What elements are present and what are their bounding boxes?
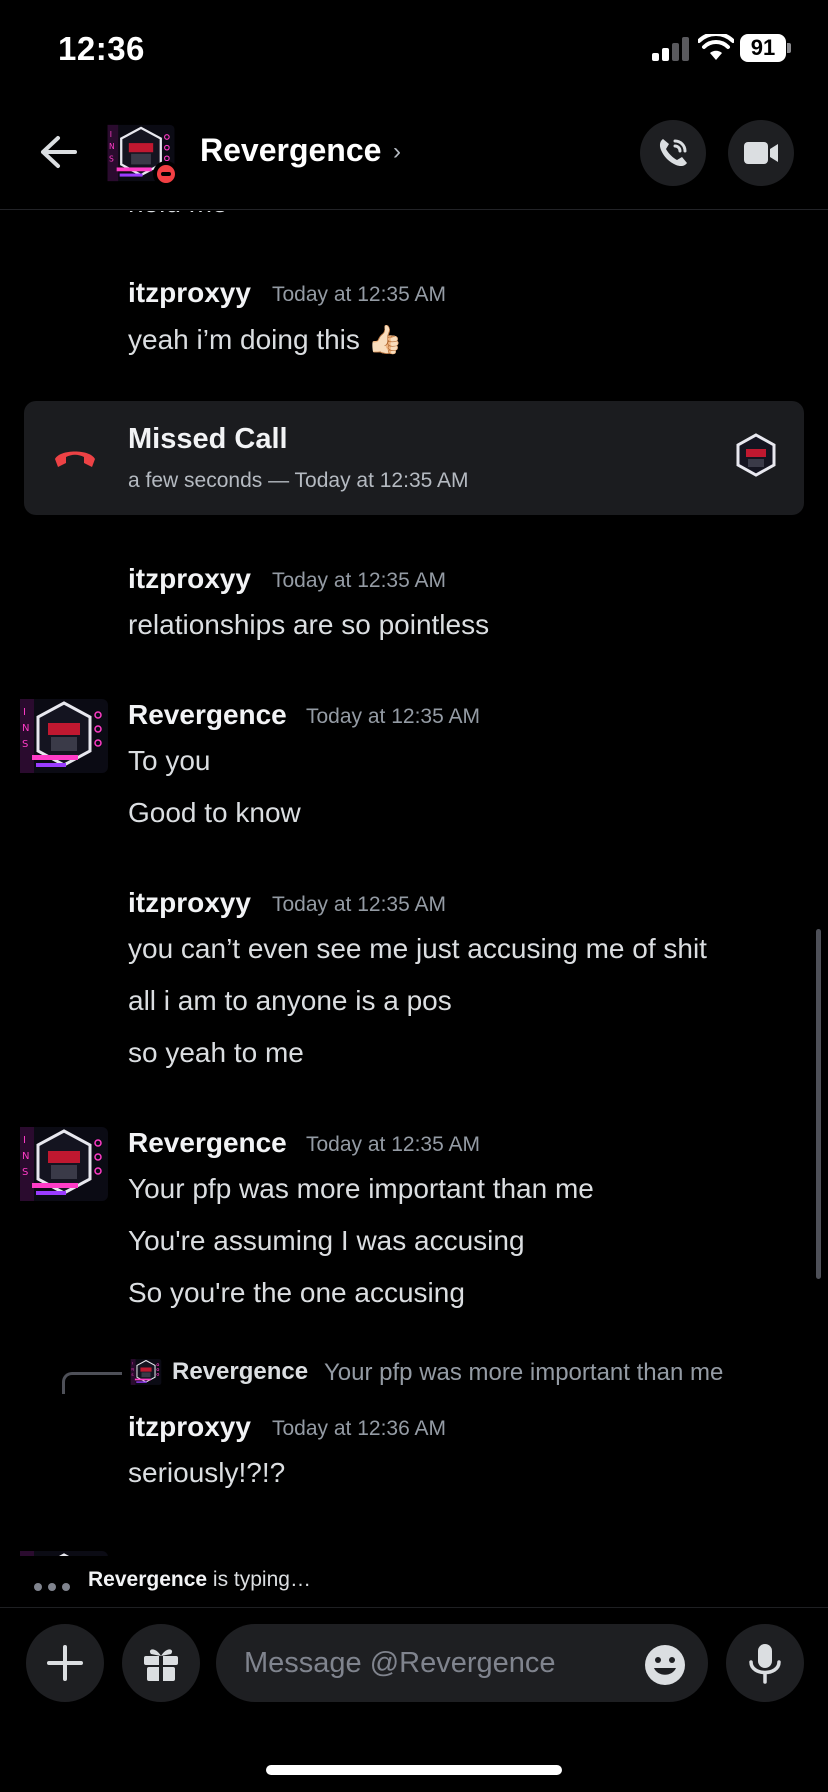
video-call-button[interactable] <box>728 120 794 186</box>
video-camera-icon <box>744 142 778 164</box>
phone-hangup-icon <box>55 451 95 467</box>
attach-button[interactable] <box>26 1624 104 1702</box>
home-indicator[interactable] <box>266 1765 562 1775</box>
chat-title[interactable]: Revergence <box>200 132 381 169</box>
message-text: So you're the one accusing <box>128 1277 465 1308</box>
typing-indicator: Revergence is typing… <box>0 1556 828 1608</box>
message-text: hold me <box>128 211 228 219</box>
voice-message-button[interactable] <box>726 1624 804 1702</box>
message-text: Your pfp was more important than me <box>128 1173 594 1204</box>
message-timestamp: Today at 12:35 AM <box>272 283 446 306</box>
back-button[interactable] <box>34 128 82 176</box>
message-timestamp: Today at 12:35 AM <box>306 1133 480 1156</box>
message-timestamp: Today at 12:35 AM <box>306 705 480 728</box>
emoji-icon[interactable] <box>644 1644 686 1686</box>
message-author[interactable]: Revergence <box>128 1127 287 1159</box>
gift-icon <box>144 1649 178 1681</box>
chevron-right-icon[interactable]: › <box>393 138 401 166</box>
avatar[interactable] <box>18 1547 110 1556</box>
message-author[interactable]: itzproxyy <box>128 1411 251 1443</box>
message-author[interactable]: itzproxyy <box>128 277 251 309</box>
typing-dots-icon <box>34 1578 76 1596</box>
message-timestamp: Today at 12:35 AM <box>272 569 446 592</box>
phone-icon <box>659 139 687 167</box>
missed-call-card[interactable]: Missed Call a few seconds — Today at 12:… <box>24 401 804 515</box>
message-text: relationships are so pointless <box>128 609 490 640</box>
plus-icon <box>47 1645 83 1681</box>
missed-call-subtitle: a few seconds — Today at 12:35 AM <box>128 469 469 492</box>
gift-button[interactable] <box>122 1624 200 1702</box>
avatar[interactable] <box>18 695 110 777</box>
status-bar: 12:36 91 <box>0 0 828 100</box>
message-composer <box>0 1608 828 1728</box>
message-timestamp: Today at 12:36 AM <box>272 1417 446 1440</box>
reply-avatar <box>130 1356 162 1388</box>
message-author[interactable]: itzproxyy <box>128 887 251 919</box>
voice-call-button[interactable] <box>640 120 706 186</box>
arrow-left-icon <box>41 136 77 168</box>
battery-level: 91 <box>740 34 786 62</box>
message-input[interactable] <box>216 1624 708 1702</box>
do-not-disturb-status-icon <box>153 161 179 187</box>
message-text: seriously!?!? <box>128 1457 286 1488</box>
message-author[interactable]: Revergence <box>128 699 287 731</box>
status-time: 12:36 <box>58 30 145 67</box>
message-timestamp: Today at 12:35 AM <box>272 893 446 916</box>
microphone-icon <box>749 1644 781 1684</box>
message-list[interactable]: hold me itzproxyy Today at 12:35 AM yeah… <box>0 211 828 1556</box>
message-text: You're assuming I was accusing <box>128 1225 525 1256</box>
message-text: Good to know <box>128 797 301 828</box>
message-text: all i am to anyone is a pos <box>128 985 452 1016</box>
message-text: To you <box>128 745 211 776</box>
scrollbar[interactable] <box>816 929 821 1279</box>
missed-call-title: Missed Call <box>128 423 288 455</box>
message-text: you can’t even see me just accusing me o… <box>128 933 707 964</box>
caller-avatar <box>736 433 776 477</box>
chat-header: Revergence › <box>0 100 828 210</box>
cellular-signal-icon <box>652 37 690 61</box>
wifi-icon <box>698 34 734 60</box>
avatar[interactable] <box>18 1123 110 1205</box>
reply-connector <box>62 1372 122 1394</box>
typing-text: Revergence is typing… <box>88 1568 311 1592</box>
message-text: yeah i’m doing this 👍🏻 <box>128 324 403 355</box>
typing-suffix: is typing… <box>207 1568 311 1591</box>
battery-icon: 91 <box>740 34 791 62</box>
typing-user: Revergence <box>88 1568 208 1591</box>
reply-author[interactable]: Revergence <box>172 1358 308 1386</box>
message-author[interactable]: itzproxyy <box>128 563 251 595</box>
reply-preview[interactable]: Your pfp was more important than me <box>324 1359 723 1387</box>
message-text: so yeah to me <box>128 1037 304 1068</box>
